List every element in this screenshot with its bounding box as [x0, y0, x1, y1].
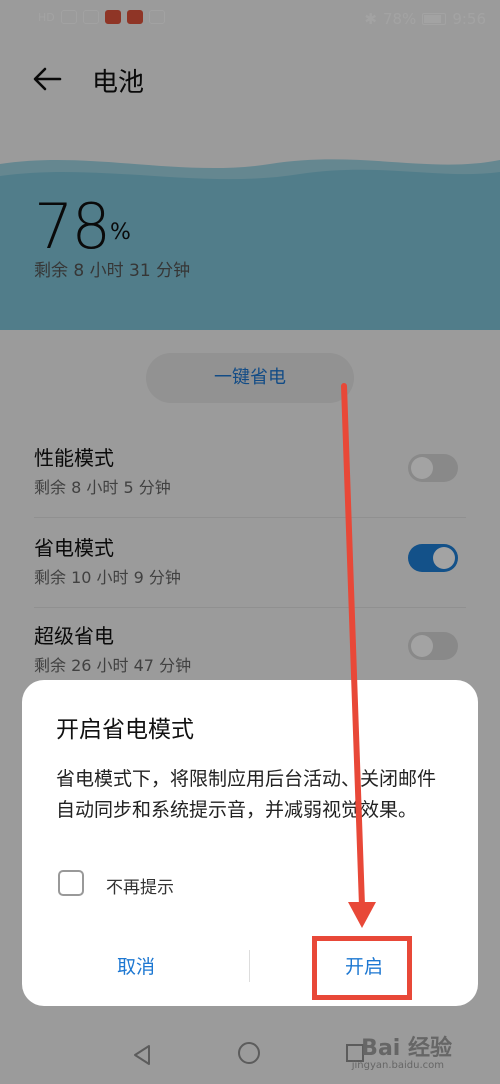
annotation-arrow: [341, 383, 376, 928]
annotation-highlight-box: [312, 936, 412, 1000]
